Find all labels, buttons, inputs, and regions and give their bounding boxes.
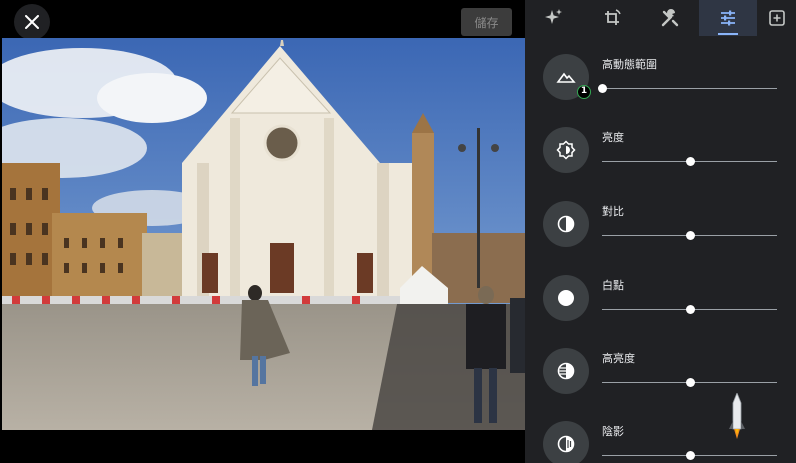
sliders-icon [721,10,735,26]
highlights-label: 高亮度 [602,352,635,365]
contrast-slider[interactable] [602,230,777,242]
brightness-slider[interactable] [602,156,777,168]
white-point-label: 白點 [602,279,624,292]
contrast-label: 對比 [602,205,624,218]
contrast-slider-thumb[interactable] [685,231,695,240]
contrast-icon [557,215,575,233]
shadows-slider[interactable] [602,450,777,462]
white-point-icon [558,290,574,306]
shadows-icon [557,435,575,453]
white-point-slider-thumb[interactable] [685,305,695,314]
tab-auto-enhance[interactable] [525,0,583,36]
adjust-row-brightness: 亮度 [525,127,796,187]
editor-panel: 1 高動態範圍 亮度 對比 白點 高亮度 陰影 [525,0,796,463]
adjust-row-shadows: 陰影 [525,421,796,463]
close-button[interactable] [14,4,50,40]
photo-preview [2,38,525,430]
save-button[interactable]: 儲存 [461,8,512,36]
adjust-row-white-point: 白點 [525,275,796,335]
highlights-slider[interactable] [602,377,777,389]
add-frame-icon [768,10,785,26]
hdr-badge: 1 [577,85,591,99]
highlights-slider-thumb[interactable] [685,378,695,387]
brightness-label: 亮度 [602,131,624,144]
hdr-icon [556,72,576,83]
top-bar: 儲存 [0,0,525,40]
hdr-label: 高動態範圍 [602,58,657,71]
close-icon [25,15,39,29]
shadows-label: 陰影 [602,425,624,438]
highlights-icon [557,362,575,380]
shadows-button[interactable] [543,421,589,463]
tab-tools[interactable] [641,0,699,36]
adjust-row-highlights: 高亮度 [525,348,796,408]
brightness-slider-thumb[interactable] [685,157,695,166]
hdr-slider-thumb[interactable] [598,84,607,93]
tab-bar [525,0,796,36]
adjust-row-hdr: 1 高動態範圍 [525,54,796,114]
highlights-button[interactable] [543,348,589,394]
adjust-row-contrast: 對比 [525,201,796,261]
contrast-button[interactable] [543,201,589,247]
brightness-button[interactable] [543,127,589,173]
rocket-cursor-icon [729,393,745,439]
crop-rotate-icon [605,9,621,25]
tab-markup[interactable] [757,0,796,36]
tab-adjust[interactable] [699,0,757,36]
white-point-button[interactable] [543,275,589,321]
shadows-slider-thumb[interactable] [685,451,695,460]
sparkle-icon [545,9,562,24]
white-point-slider[interactable] [602,304,777,316]
brightness-icon [556,140,576,160]
hdr-slider[interactable] [598,83,777,95]
tools-icon [661,9,679,27]
church-photo [2,38,525,430]
tab-crop-rotate[interactable] [583,0,641,36]
